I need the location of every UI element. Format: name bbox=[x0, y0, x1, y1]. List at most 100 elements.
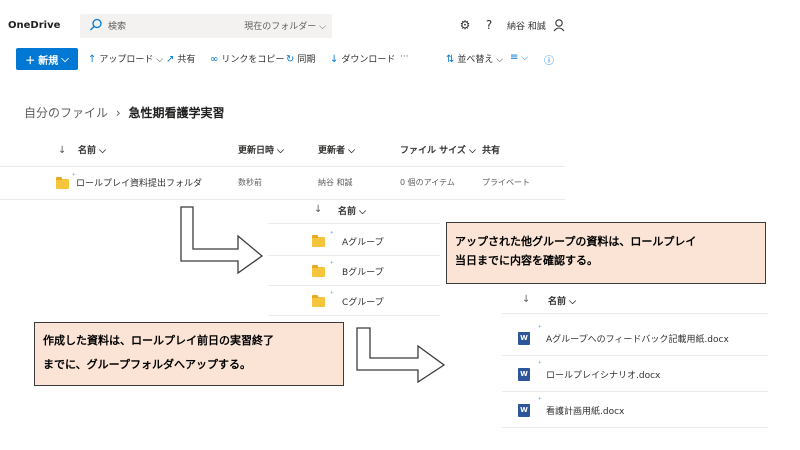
column-header-sharing[interactable]: 共有 bbox=[482, 138, 500, 164]
share-label: 共有 bbox=[177, 55, 196, 65]
column-header-name-label: 名前 bbox=[338, 207, 357, 217]
sort-icon: ⇅ bbox=[446, 54, 455, 65]
more-button[interactable]: ··· bbox=[400, 52, 409, 62]
word-document-icon: W bbox=[518, 332, 530, 345]
file-name[interactable]: ロールプレイ資料提出フォルダ bbox=[76, 176, 202, 189]
document-name[interactable]: ロールプレイシナリオ.docx bbox=[546, 368, 660, 381]
column-header-name-label: 名前 bbox=[548, 297, 567, 307]
folder-icon bbox=[56, 177, 69, 189]
column-header-modified-label: 更新日時 bbox=[238, 146, 275, 156]
list-item[interactable]: W ⁺ Aグループへのフィードバック記載用紙.docx bbox=[502, 320, 768, 356]
top-bar: OneDrive 検索 現在のフォルダー ⌵ ⚙ ? 納谷 和誠 bbox=[0, 0, 570, 40]
app-title[interactable]: OneDrive bbox=[8, 20, 60, 31]
header-actions: ⚙ ? 納谷 和誠 bbox=[450, 14, 580, 38]
new-item-icon: ⁺ bbox=[330, 230, 334, 238]
download-icon: ↓ bbox=[330, 54, 339, 65]
sync-button[interactable]: ↻ 同期 bbox=[286, 52, 315, 65]
share-icon: ↗ bbox=[166, 54, 175, 65]
document-list-header[interactable]: ↓ 名前 ⌵ bbox=[502, 288, 768, 314]
search-icon bbox=[90, 18, 102, 31]
sort-direction-icon: ↓ bbox=[522, 294, 531, 305]
sharing-status: プライベート bbox=[482, 178, 530, 187]
chevron-down-icon: ⌵ bbox=[348, 146, 355, 156]
new-item-icon: ⁺ bbox=[538, 396, 542, 404]
column-header-size[interactable]: ファイル サイズ ⌵ bbox=[400, 138, 476, 164]
search-scope-label: 現在のフォルダー bbox=[244, 22, 317, 32]
chevron-down-icon: ⌵ bbox=[61, 53, 69, 65]
view-options-button[interactable]: ≡ ⌵ bbox=[510, 52, 528, 63]
share-button[interactable]: ↗ 共有 bbox=[166, 52, 195, 65]
download-button[interactable]: ↓ ダウンロード bbox=[330, 52, 395, 65]
search-scope-dropdown[interactable]: 現在のフォルダー ⌵ bbox=[244, 19, 326, 32]
column-header-size-label: ファイル サイズ bbox=[400, 146, 466, 156]
new-item-icon: ⁺ bbox=[538, 324, 542, 332]
folder-icon bbox=[312, 265, 325, 277]
copy-link-button[interactable]: ∞ リンクをコピー bbox=[210, 52, 284, 65]
user-name[interactable]: 納谷 和誠 bbox=[507, 19, 546, 32]
gear-icon[interactable]: ⚙ bbox=[458, 18, 472, 32]
column-header-modified[interactable]: 更新日時 ⌵ bbox=[238, 138, 284, 164]
chevron-down-icon: ⌵ bbox=[277, 146, 284, 156]
document-list: ↓ 名前 ⌵ W ⁺ Aグループへのフィードバック記載用紙.docx W ⁺ ロ… bbox=[502, 288, 768, 428]
subfolder-list-header[interactable]: ↓ 名前 ⌵ bbox=[268, 198, 440, 224]
chevron-down-icon: ⌵ bbox=[99, 146, 106, 156]
document-name[interactable]: Aグループへのフィードバック記載用紙.docx bbox=[546, 332, 729, 345]
new-button-label: 新規 bbox=[38, 55, 59, 67]
new-item-icon: ⁺ bbox=[538, 360, 542, 368]
folder-name[interactable]: Bグループ bbox=[342, 265, 384, 278]
upload-label: アップロード bbox=[99, 55, 154, 65]
sort-direction-icon: ↓ bbox=[314, 204, 323, 215]
word-document-icon: W bbox=[518, 368, 530, 381]
flow-arrow-2 bbox=[356, 327, 446, 383]
breadcrumb-separator: › bbox=[115, 106, 121, 120]
help-icon[interactable]: ? bbox=[482, 18, 496, 32]
list-item[interactable]: ⁺ Bグループ bbox=[268, 256, 440, 286]
new-item-icon: ⁺ bbox=[330, 260, 334, 268]
callout-text-line: までに、グループフォルダへアップする。 bbox=[43, 358, 252, 371]
chevron-down-icon: ⌵ bbox=[569, 297, 576, 307]
copy-link-label: リンクをコピー bbox=[221, 55, 285, 65]
search-input[interactable]: 検索 bbox=[108, 19, 126, 32]
folder-icon bbox=[312, 235, 325, 247]
modified-by: 納谷 和誠 bbox=[318, 178, 353, 187]
list-item[interactable]: ⁺ Aグループ bbox=[268, 226, 440, 256]
list-item[interactable]: W ⁺ ロールプレイシナリオ.docx bbox=[502, 356, 768, 392]
chevron-down-icon: ⌵ bbox=[496, 55, 504, 65]
sort-label: 並べ替え bbox=[457, 55, 494, 65]
list-item[interactable]: ⁺ Cグループ bbox=[268, 286, 440, 316]
breadcrumb: 自分のファイル › 急性期看護学実習 bbox=[24, 104, 225, 121]
subfolder-list: ↓ 名前 ⌵ ⁺ Aグループ ⁺ Bグループ ⁺ Cグループ bbox=[268, 198, 440, 318]
folder-name[interactable]: Cグループ bbox=[342, 295, 384, 308]
column-header-name: 名前 ⌵ bbox=[548, 294, 576, 307]
chevron-down-icon: ⌵ bbox=[469, 146, 476, 156]
person-icon[interactable] bbox=[552, 18, 566, 32]
command-bar: ＋ 新規 ⌵ ↑ アップロード ⌵ ↗ 共有 ∞ リンクをコピー ↻ 同期 ↓ ダウンロー… bbox=[0, 46, 570, 72]
column-header-name-label: 名前 bbox=[78, 146, 97, 156]
table-row[interactable]: ⁺ ロールプレイ資料提出フォルダ 数秒前 納谷 和誠 0 個のアイテム プライベ… bbox=[0, 166, 565, 200]
breadcrumb-root[interactable]: 自分のファイル bbox=[24, 106, 108, 120]
upload-button[interactable]: ↑ アップロード ⌵ bbox=[88, 52, 163, 65]
search-box[interactable]: 検索 現在のフォルダー ⌵ bbox=[80, 14, 332, 38]
flow-arrow-1 bbox=[180, 206, 264, 274]
callout-text-line: 当日までに内容を確認する。 bbox=[455, 254, 598, 267]
column-header-name[interactable]: 名前 ⌵ bbox=[78, 138, 106, 164]
breadcrumb-current: 急性期看護学実習 bbox=[128, 106, 225, 120]
info-icon: ⓘ bbox=[544, 56, 554, 67]
new-button[interactable]: ＋ 新規 ⌵ bbox=[16, 48, 78, 70]
modified-date: 数秒前 bbox=[238, 178, 262, 187]
folder-name[interactable]: Aグループ bbox=[342, 235, 384, 248]
details-pane-button[interactable]: ⓘ bbox=[544, 52, 557, 67]
sort-direction-icon[interactable]: ↓ bbox=[58, 138, 66, 164]
callout-text-line: 作成した資料は、ロールプレイ前日の実習終了 bbox=[43, 334, 274, 347]
instruction-callout-top: アップされた他グループの資料は、ロールプレイ 当日までに内容を確認する。 bbox=[446, 222, 766, 284]
sort-button[interactable]: ⇅ 並べ替え ⌵ bbox=[446, 52, 503, 65]
chevron-down-icon: ⌵ bbox=[521, 53, 529, 63]
link-icon: ∞ bbox=[210, 54, 219, 65]
callout-text-line: アップされた他グループの資料は、ロールプレイ bbox=[455, 235, 697, 248]
upload-icon: ↑ bbox=[88, 54, 97, 65]
list-view-icon: ≡ bbox=[510, 52, 519, 63]
column-header-modified-by[interactable]: 更新者 ⌵ bbox=[318, 138, 355, 164]
chevron-down-icon: ⌵ bbox=[319, 22, 326, 32]
document-name[interactable]: 看護計画用紙.docx bbox=[546, 404, 624, 417]
list-item[interactable]: W ⁺ 看護計画用紙.docx bbox=[502, 392, 768, 428]
